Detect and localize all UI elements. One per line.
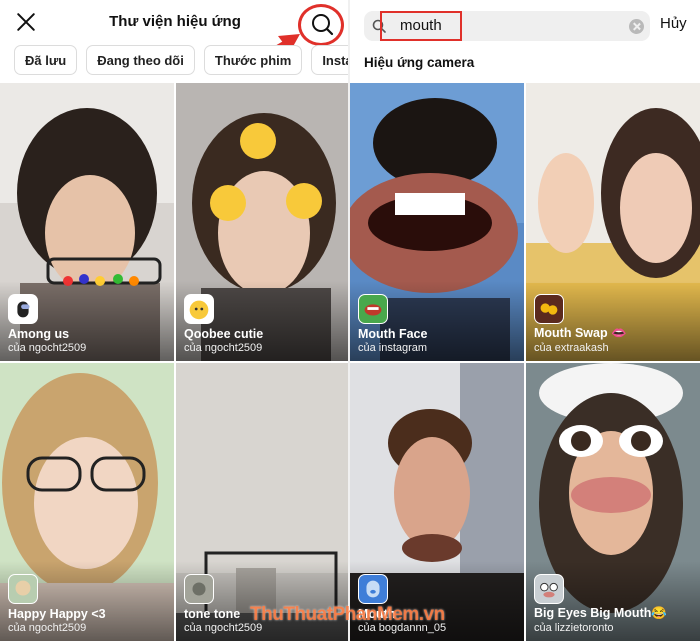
effect-name: tone tone [184,607,241,621]
clear-icon[interactable] [629,19,644,34]
effect-tile-mouth-swap[interactable]: Mouth Swap 👄 của extraakash [526,83,700,361]
big-eyes-big-mouth-icon [534,574,564,604]
search-result-grid: Mouth Face của instagram Mouth Swap 👄 củ… [350,83,700,641]
effect-name: Mouth Face [358,327,428,341]
effect-tile-tone-tone[interactable]: tone tone của ngocht2509 [176,363,348,641]
effect-author: của ngocht2509 [8,342,87,354]
chip-reels[interactable]: Thước phim [203,45,303,75]
effect-tile-among-us[interactable]: Among us của ngocht2509 [0,83,174,361]
page-title: Thư viện hiệu ứng [109,13,241,30]
chip-saved[interactable]: Đã lưu [14,45,78,75]
tone-tone-icon [184,574,214,604]
effect-name: Happy Happy <3 [8,607,106,621]
effect-author: của bogdannn_05 [358,622,447,634]
effect-author: của instagram [358,342,428,354]
effect-gallery-panel: Thư viện hiệu ứng Đã lưu Đang theo dõi T… [0,0,348,641]
effect-name: Mouth Swap 👄 [534,326,627,340]
effect-tile-big-eyes-big-mouth[interactable]: Big Eyes Big Mouth😂 của lizzietoronto [526,363,700,641]
effect-name: Among us [8,327,70,341]
search-input[interactable]: mouth [364,11,650,41]
filter-chip-row: Đã lưu Đang theo dõi Thước phim Instagra… [14,45,348,75]
chip-instagram[interactable]: Instagram [311,45,348,75]
effect-tile-qoobee-cutie[interactable]: Qoobee cutie của ngocht2509 [176,83,348,361]
mouth-swap-icon [534,294,564,324]
cancel-button[interactable]: Hủy [660,15,687,32]
effect-tile-mouth-face[interactable]: Mouth Face của instagram [350,83,524,361]
effect-grid: Among us của ngocht2509 Qoobee cutie của… [0,83,348,641]
mouth-icon [358,574,388,604]
among-us-icon [8,294,38,324]
mouth-face-icon [358,294,388,324]
effect-author: của ngocht2509 [184,342,263,354]
effect-tile-mouth[interactable]: Mouth của bogdannn_05 [350,363,524,641]
effect-name: Big Eyes Big Mouth😂 [534,606,667,620]
qoobee-icon [184,294,214,324]
happy-happy-icon [8,574,38,604]
effect-author: của lizzietoronto [534,622,614,634]
highlight-circle [298,4,344,46]
effect-tile-happy-happy[interactable]: Happy Happy <3 của ngocht2509 [0,363,174,641]
effect-name: Qoobee cutie [184,327,264,341]
effect-name: Mouth [358,607,396,621]
search-results-panel: mouth Hủy Hiệu ứng camera Mouth Face của… [350,0,700,641]
close-icon[interactable] [14,10,38,34]
effect-author: của ngocht2509 [8,622,87,634]
effect-author: của extraakash [534,342,609,354]
highlight-box [380,11,462,41]
effect-author: của ngocht2509 [184,622,263,634]
chip-following[interactable]: Đang theo dõi [86,45,195,75]
section-title: Hiệu ứng camera [364,55,475,70]
search-button[interactable] [298,4,346,46]
gallery-header: Thư viện hiệu ứng [0,0,348,46]
